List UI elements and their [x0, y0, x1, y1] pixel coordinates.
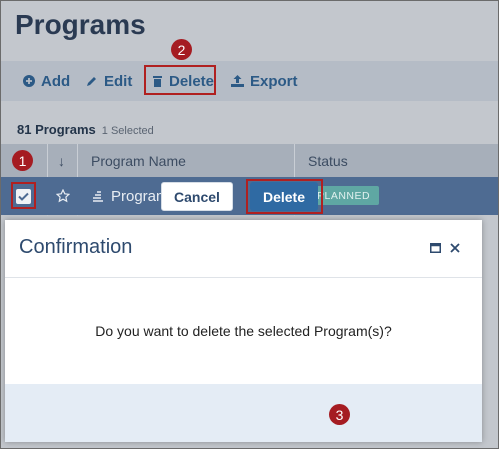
app-window: Programs Add Edit Delete Export 2 81 Pro… [0, 0, 499, 449]
add-button[interactable]: Add [23, 61, 70, 101]
highlight-confirm-delete [246, 179, 323, 214]
program-icon [93, 191, 103, 202]
dialog-header: Confirmation [5, 220, 482, 278]
selected-count: 1 Selected [101, 125, 154, 137]
close-icon[interactable] [447, 240, 463, 256]
step-marker-1: 1 [12, 150, 33, 171]
program-name-column-header[interactable]: Program Name [91, 144, 186, 177]
status-column-header[interactable]: Status [308, 144, 348, 177]
upload-icon [231, 75, 244, 87]
add-label: Add [41, 72, 71, 90]
export-button[interactable]: Export [231, 61, 298, 101]
edit-label: Edit [104, 72, 133, 90]
cancel-button[interactable]: Cancel [161, 182, 233, 211]
toolbar: Add Edit Delete Export [1, 61, 498, 101]
pencil-icon [87, 77, 96, 86]
highlight-checkbox [11, 182, 36, 209]
step-marker-2: 2 [171, 39, 192, 60]
plus-circle-icon [23, 75, 35, 87]
edit-button[interactable]: Edit [86, 61, 132, 101]
program-count: 81 Programs [17, 122, 96, 137]
step-marker-3: 3 [329, 404, 350, 425]
maximize-icon[interactable] [427, 240, 443, 256]
summary: 81 Programs 1 Selected [17, 122, 154, 137]
dialog-message: Do you want to delete the selected Progr… [95, 323, 392, 339]
export-label: Export [250, 72, 298, 90]
table-header: ↓ Program Name Status [1, 144, 498, 177]
highlight-delete-toolbar [144, 65, 216, 95]
confirmation-dialog: Confirmation Do you want to delete the s… [5, 220, 482, 442]
sort-column-header[interactable]: ↓ [58, 144, 65, 177]
star-icon[interactable] [56, 189, 70, 203]
dialog-title: Confirmation [19, 236, 133, 258]
dialog-footer [5, 384, 482, 442]
page-title: Programs [15, 9, 146, 40]
